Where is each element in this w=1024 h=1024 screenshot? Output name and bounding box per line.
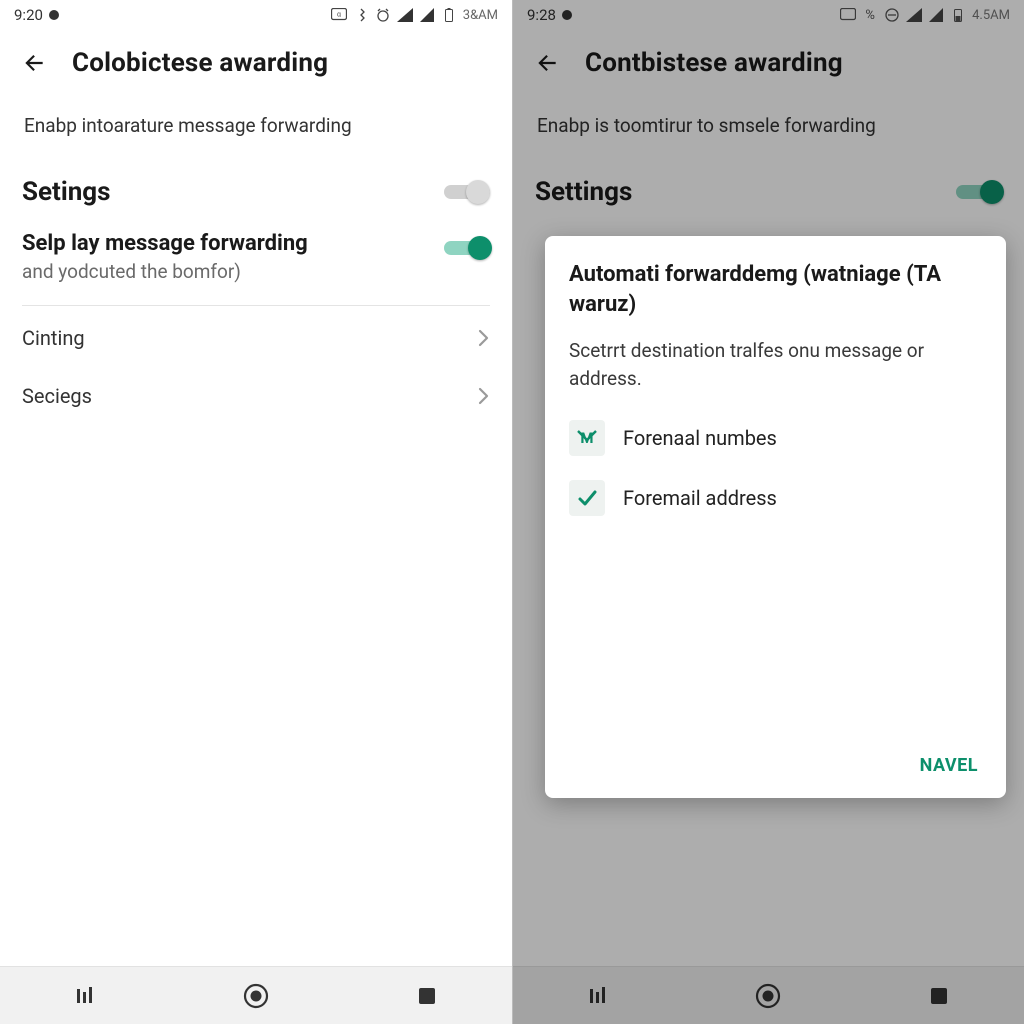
toggle-thumb — [468, 236, 492, 260]
status-time: 9:20 — [14, 6, 43, 24]
status-dot-icon — [562, 10, 572, 20]
chevron-right-icon — [478, 387, 490, 405]
page-description: Enabp is toomtirur to smsele forwarding — [537, 114, 1002, 137]
app-bar: Colobictese awarding — [0, 30, 512, 88]
forwarding-subtitle: and yodcuted the bomfor) — [22, 260, 308, 283]
list-item-label: Seciegs — [22, 384, 92, 408]
wifi-icon — [906, 7, 922, 23]
nav-recent-button[interactable] — [67, 978, 103, 1014]
percent-icon: % — [862, 7, 878, 23]
chevron-right-icon — [478, 329, 490, 347]
dialog-option-label: Foremail address — [623, 486, 777, 510]
status-ampm: 3&AM — [463, 8, 498, 23]
back-button[interactable] — [533, 49, 561, 77]
toggle-thumb — [980, 180, 1004, 204]
vibrate-icon — [353, 7, 369, 23]
nav-back-button[interactable] — [409, 978, 445, 1014]
svg-text:α: α — [337, 11, 341, 19]
signal-icon — [928, 7, 944, 23]
page-title: Colobictese awarding — [72, 48, 328, 78]
arrow-back-icon — [534, 50, 560, 76]
cast-icon: α — [331, 7, 347, 23]
dnd-icon — [884, 7, 900, 23]
status-dot-icon — [49, 10, 59, 20]
status-ampm: 4.5AM — [972, 8, 1010, 23]
signal-icon — [419, 7, 435, 23]
list-item-seciegs[interactable]: Seciegs — [22, 370, 490, 422]
nav-home-button[interactable] — [750, 978, 786, 1014]
status-bar: 9:20 α 3&AM — [0, 0, 512, 30]
home-icon — [242, 982, 270, 1010]
forwarding-title: Selp lay message forwarding — [22, 231, 308, 256]
dialog-option-number[interactable]: M Forenaal numbes — [569, 408, 984, 468]
wifi-icon — [397, 7, 413, 23]
section-title-settings: Settings — [535, 177, 632, 207]
alarm-icon — [375, 7, 391, 23]
list-item-label: Cinting — [22, 326, 85, 350]
toggle-thumb — [466, 180, 490, 204]
dialog-body: Scetrrt destination tralfes onu message … — [569, 337, 984, 392]
navigation-bar — [0, 966, 512, 1024]
nav-back-button[interactable] — [921, 978, 957, 1014]
page-content: Enabp intoarature message forwarding Set… — [0, 88, 512, 966]
nav-home-button[interactable] — [238, 978, 274, 1014]
status-bar: 9:28 % 4.5AM — [513, 0, 1024, 30]
square-icon — [417, 986, 437, 1006]
dialog-actions: NAVEL — [569, 747, 984, 784]
mail-icon: M — [569, 420, 605, 456]
arrow-back-icon — [21, 50, 47, 76]
forwarding-toggle[interactable] — [444, 235, 490, 261]
dialog-option-email[interactable]: Foremail address — [569, 468, 984, 528]
forwarding-dialog: Automati forwarddemg (watniage (TA waruz… — [545, 236, 1006, 798]
cast-icon — [840, 7, 856, 23]
svg-text:M: M — [580, 429, 593, 447]
right-panel: 9:28 % 4.5AM Contbis — [512, 0, 1024, 1024]
back-button[interactable] — [20, 49, 48, 77]
navigation-bar — [513, 966, 1024, 1024]
home-icon — [754, 982, 782, 1010]
list-item-cinting[interactable]: Cinting — [22, 306, 490, 370]
dialog-title: Automati forwarddemg (watniage (TA waruz… — [569, 260, 984, 319]
app-bar: Contbistese awarding — [513, 30, 1024, 88]
forwarding-row[interactable]: Selp lay message forwarding and yodcuted… — [22, 219, 490, 306]
settings-header-row: Setings — [22, 165, 490, 219]
check-icon — [569, 480, 605, 516]
dialog-option-label: Forenaal numbes — [623, 426, 777, 450]
page-description: Enabp intoarature message forwarding — [24, 114, 490, 137]
section-title-settings: Setings — [22, 177, 111, 207]
dialog-confirm-button[interactable]: NAVEL — [914, 747, 984, 784]
battery-icon — [950, 7, 966, 23]
left-panel: 9:20 α 3&AM — [0, 0, 512, 1024]
page-title: Contbistese awarding — [585, 48, 843, 78]
settings-toggle[interactable] — [956, 179, 1002, 205]
battery-icon — [441, 7, 457, 23]
settings-toggle[interactable] — [444, 179, 490, 205]
nav-recent-button[interactable] — [580, 978, 616, 1014]
recent-icon — [74, 985, 96, 1007]
settings-header-row: Settings — [535, 165, 1002, 219]
recent-icon — [587, 985, 609, 1007]
status-time: 9:28 — [527, 6, 556, 24]
square-icon — [929, 986, 949, 1006]
